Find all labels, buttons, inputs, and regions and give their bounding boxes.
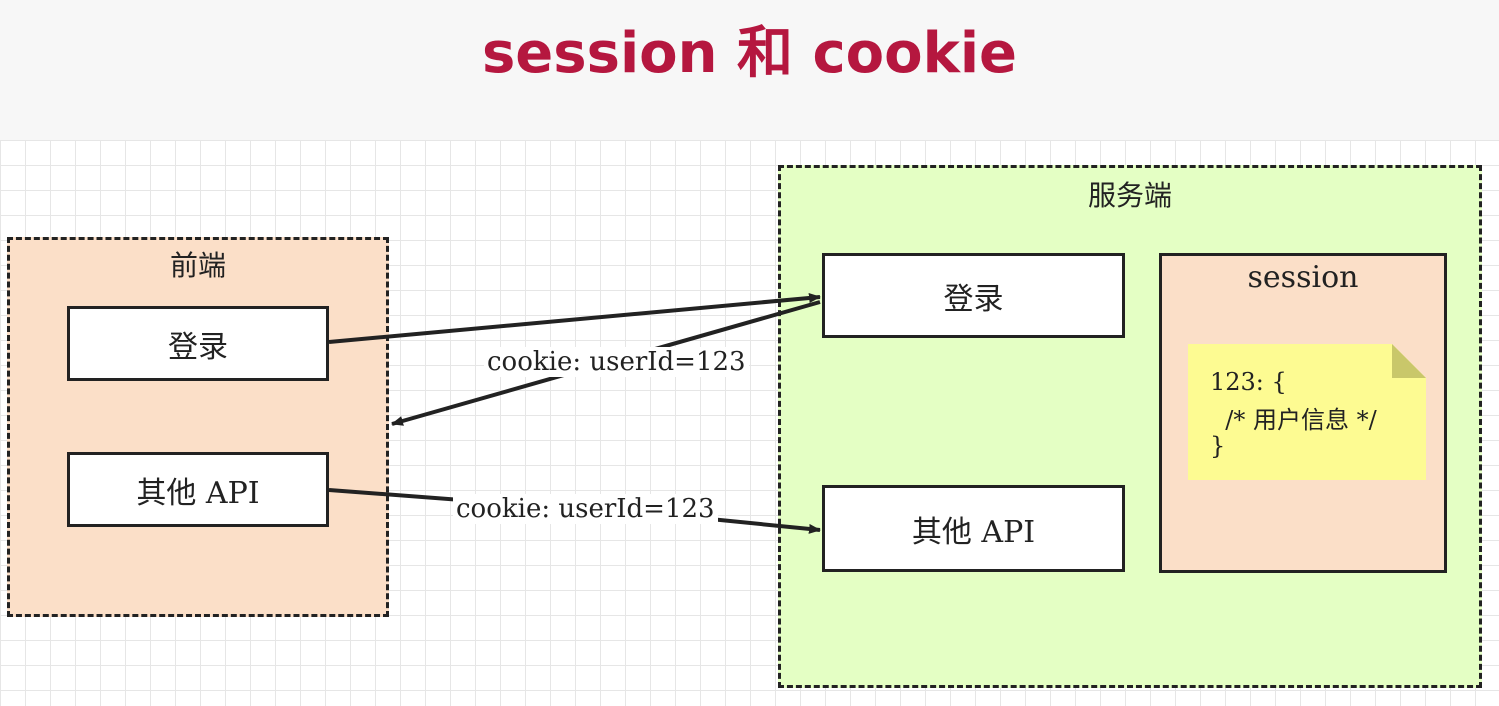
response-cookie-label: cookie: userId=123 [484, 347, 749, 377]
request-cookie-label: cookie: userId=123 [453, 494, 718, 524]
login-request-arrow [328, 293, 821, 344]
session-note-line-3: } [1210, 432, 1226, 460]
session-note-line-2: /* 用户信息 */ [1210, 406, 1377, 434]
session-note-line-1: 123: { [1210, 368, 1287, 396]
connectors [328, 293, 1426, 534]
